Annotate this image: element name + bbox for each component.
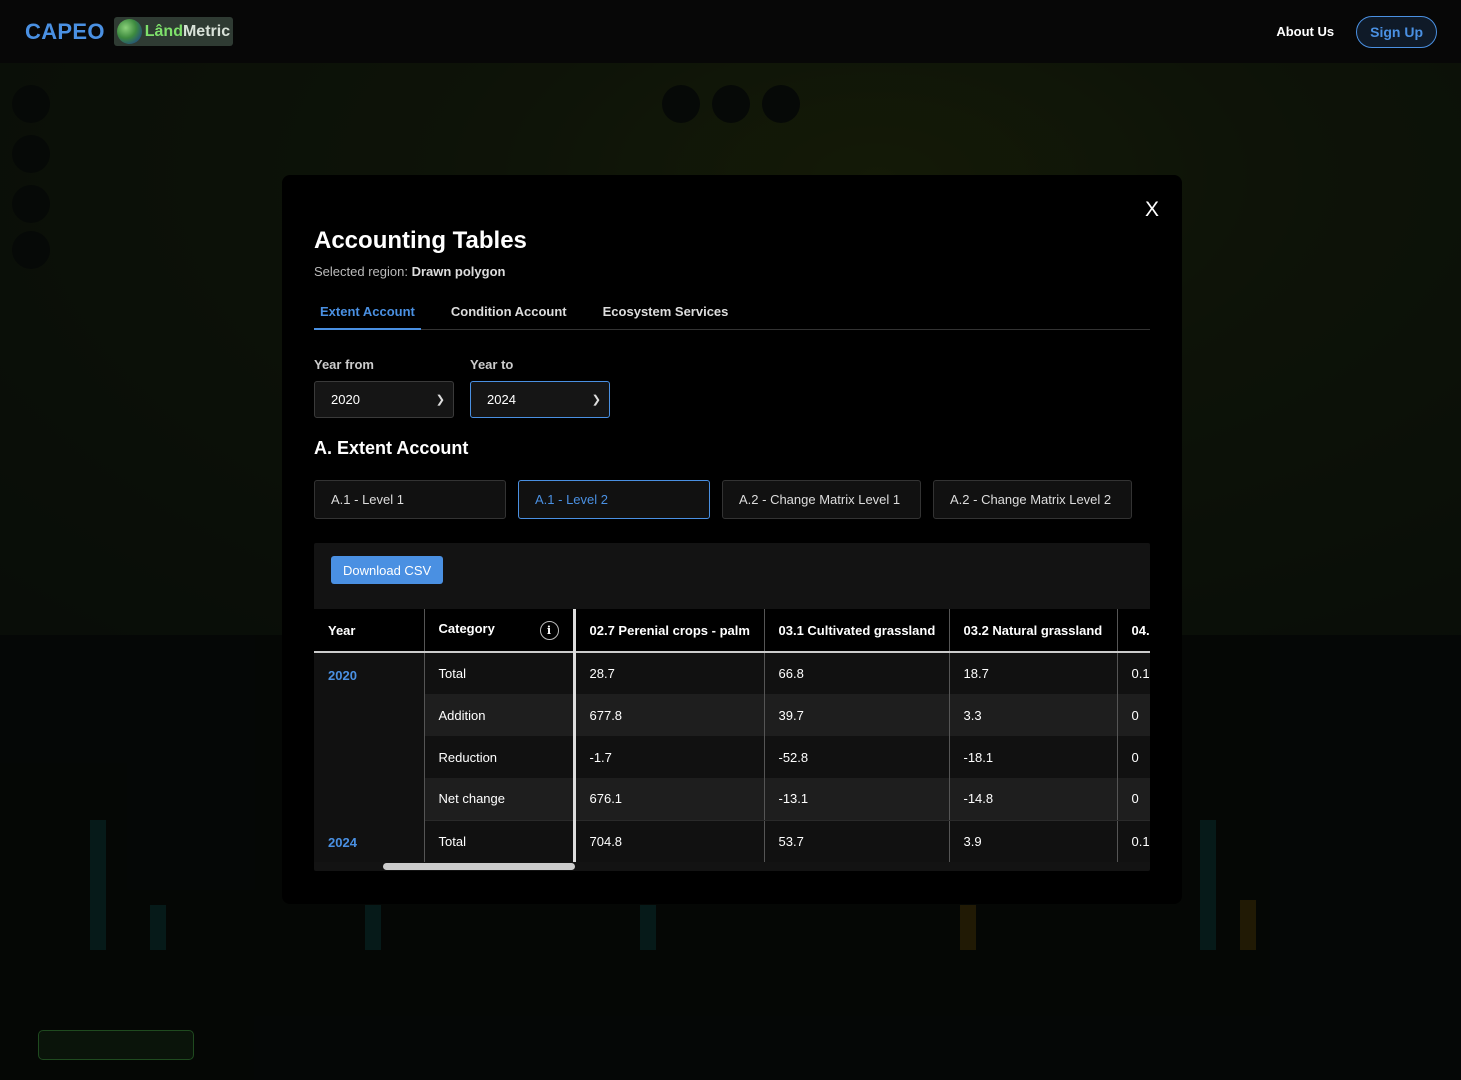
- col-header-cultivated-grassland[interactable]: 03.1 Cultivated grassland: [764, 609, 950, 653]
- logo-text-part2: Metric: [182, 22, 231, 40]
- table-row: Addition 677.8 39.7 3.3 0: [314, 694, 1150, 736]
- table-row: 2024 Total 704.8 53.7 3.9 0.1: [314, 820, 1150, 862]
- category-cell: Reduction: [424, 736, 576, 778]
- chevron-down-icon: ❯: [591, 394, 601, 406]
- value-cell: -52.8: [764, 736, 950, 778]
- col-header-04[interactable]: 04.: [1117, 609, 1150, 653]
- year-cell: 2024: [314, 820, 425, 862]
- tab-condition-account[interactable]: Condition Account: [445, 299, 573, 330]
- top-navbar: CAPEO LândMetric About Us Sign Up: [0, 0, 1461, 63]
- section-title: A. Extent Account: [314, 438, 469, 458]
- horizontal-scrollbar-thumb[interactable]: [383, 863, 575, 870]
- logo-text-part1: Lând: [144, 22, 183, 40]
- value-cell: 53.7: [764, 820, 950, 862]
- value-cell: 0.1: [1117, 820, 1150, 862]
- value-cell: -14.8: [949, 778, 1118, 821]
- col-header-natural-grassland[interactable]: 03.2 Natural grassland: [949, 609, 1118, 653]
- close-button[interactable]: X: [1145, 199, 1159, 220]
- value-cell: 18.7: [949, 652, 1118, 694]
- subtab-a2-change-matrix-level2[interactable]: A.2 - Change Matrix Level 2: [933, 480, 1132, 519]
- year-cell: 2020: [314, 652, 425, 820]
- value-cell: 0.1: [1117, 652, 1150, 694]
- table-panel: Download CSV Year Category i 02.7 Perenia…: [314, 543, 1150, 871]
- value-cell: 676.1: [574, 778, 765, 821]
- brand[interactable]: CAPEO LândMetric: [25, 17, 234, 46]
- value-cell: 28.7: [574, 652, 765, 694]
- region-label: Selected region:: [314, 264, 408, 279]
- value-cell: 66.8: [764, 652, 950, 694]
- col-header-year[interactable]: Year: [314, 609, 425, 653]
- globe-icon: [116, 19, 142, 44]
- tab-ecosystem-services[interactable]: Ecosystem Services: [597, 299, 735, 330]
- category-cell: Addition: [424, 694, 576, 736]
- year-to-select[interactable]: 2024 ❯: [470, 381, 610, 418]
- region-value: Drawn polygon: [411, 264, 506, 279]
- year-to-value: 2024: [487, 392, 516, 407]
- about-us-link[interactable]: About Us: [1276, 24, 1334, 39]
- value-cell: 0: [1117, 736, 1150, 778]
- col-header-perennial-palm[interactable]: 02.7 Perenial crops - palm: [574, 609, 765, 653]
- year-from-label: Year from: [314, 357, 374, 372]
- table-row: Reduction -1.7 -52.8 -18.1 0: [314, 736, 1150, 778]
- chevron-down-icon: ❯: [435, 394, 445, 406]
- value-cell: 0: [1117, 778, 1150, 821]
- category-cell: Total: [424, 820, 576, 862]
- logo-text: LândMetric: [145, 23, 230, 41]
- brand-name[interactable]: CAPEO: [25, 19, 105, 45]
- footer-badge: [38, 1030, 194, 1060]
- value-cell: 704.8: [574, 820, 765, 862]
- year-to-label: Year to: [470, 357, 514, 372]
- value-cell: -13.1: [764, 778, 950, 821]
- year-from-select[interactable]: 2020 ❯: [314, 381, 454, 418]
- category-cell: Net change: [424, 778, 576, 821]
- tab-extent-account[interactable]: Extent Account: [314, 299, 421, 330]
- table-row: Net change 676.1 -13.1 -14.8 0: [314, 778, 1150, 821]
- selected-region: Selected region: Drawn polygon: [314, 264, 505, 279]
- extent-account-table: Year Category i 02.7 Perenial crops - pal…: [314, 609, 1150, 862]
- download-csv-button[interactable]: Download CSV: [331, 556, 444, 584]
- subtab-a1-level2[interactable]: A.1 - Level 2: [518, 480, 710, 519]
- accounting-tables-modal: X Accounting Tables Selected region: Dra…: [282, 175, 1182, 904]
- extent-subtabs: A.1 - Level 1 A.1 - Level 2 A.2 - Change…: [314, 480, 1132, 519]
- table-row: 2020 Total 28.7 66.8 18.7 0.1: [314, 652, 1150, 820]
- category-cell: Total: [424, 652, 576, 694]
- account-tabs: Extent Account Condition Account Ecosyst…: [314, 299, 1150, 330]
- modal-title: Accounting Tables: [314, 227, 527, 254]
- info-icon[interactable]: i: [539, 620, 559, 640]
- value-cell: -1.7: [574, 736, 765, 778]
- value-cell: -18.1: [949, 736, 1118, 778]
- value-cell: 0: [1117, 694, 1150, 736]
- nav-links: About Us Sign Up: [1276, 15, 1437, 48]
- table-header-row: Year Category i 02.7 Perenial crops - pal…: [314, 609, 1150, 653]
- value-cell: 3.9: [949, 820, 1118, 862]
- value-cell: 3.3: [949, 694, 1118, 736]
- value-cell: 39.7: [764, 694, 950, 736]
- value-cell: 677.8: [574, 694, 765, 736]
- subtab-a2-change-matrix-level1[interactable]: A.2 - Change Matrix Level 1: [722, 480, 921, 519]
- sign-up-button[interactable]: Sign Up: [1356, 15, 1437, 48]
- col-header-category-label: Category: [438, 620, 495, 636]
- col-header-category[interactable]: Category i: [424, 609, 576, 653]
- landmetric-logo[interactable]: LândMetric: [113, 17, 234, 46]
- subtab-a1-level1[interactable]: A.1 - Level 1: [314, 480, 506, 519]
- table-scroll-area[interactable]: Year Category i 02.7 Perenial crops - pal…: [314, 609, 1150, 862]
- year-from-value: 2020: [331, 392, 360, 407]
